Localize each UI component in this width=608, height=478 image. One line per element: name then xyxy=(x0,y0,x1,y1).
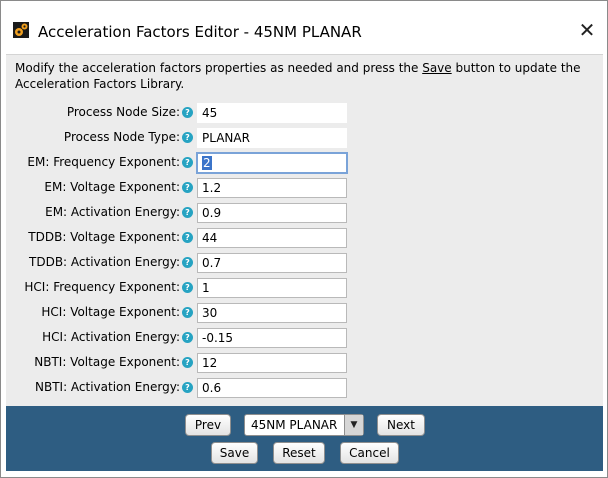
library-selector[interactable]: 45NM PLANAR ▼ xyxy=(244,414,364,436)
gears-icon xyxy=(13,22,29,38)
field-value: 0.9 xyxy=(202,206,222,220)
field-value: PLANAR xyxy=(202,131,250,145)
field-value: 1 xyxy=(202,281,210,295)
field-row: EM: Activation Energy:? 0.9 xyxy=(6,202,603,224)
field-value: 12 xyxy=(202,356,218,370)
field-row: HCI: Frequency Exponent:? 1 xyxy=(6,277,603,299)
field-label: TDDB: Activation Energy: xyxy=(29,255,180,269)
value-input[interactable]: 1 xyxy=(197,278,347,298)
help-icon[interactable]: ? xyxy=(182,257,193,268)
field-label: HCI: Voltage Exponent: xyxy=(41,305,180,319)
field-value: 1.2 xyxy=(202,181,222,195)
help-icon[interactable]: ? xyxy=(182,382,193,393)
field-value: 30 xyxy=(202,306,218,320)
field-value: 44 xyxy=(202,231,218,245)
value-input[interactable]: 0.7 xyxy=(197,253,347,273)
save-reference: Save xyxy=(422,61,452,75)
reset-button[interactable]: Reset xyxy=(273,442,325,464)
value-input[interactable]: 44 xyxy=(197,228,347,248)
field-label: EM: Activation Energy: xyxy=(45,205,180,219)
navigation-footer: Prev 45NM PLANAR ▼ Next Save Reset Cance… xyxy=(6,406,603,471)
save-button[interactable]: Save xyxy=(211,442,258,464)
field-label: TDDB: Voltage Exponent: xyxy=(28,230,180,244)
prev-button[interactable]: Prev xyxy=(185,414,231,436)
field-label: HCI: Frequency Exponent: xyxy=(24,280,180,294)
field-row: HCI: Activation Energy:? -0.15 xyxy=(6,327,603,349)
field-value: -0.15 xyxy=(202,331,234,345)
value-input[interactable]: 0.9 xyxy=(197,203,347,223)
help-icon[interactable]: ? xyxy=(182,332,193,343)
value-input[interactable]: 1.2 xyxy=(197,178,347,198)
help-icon[interactable]: ? xyxy=(182,282,193,293)
field-row: HCI: Voltage Exponent:? 30 xyxy=(6,302,603,324)
next-button[interactable]: Next xyxy=(377,414,425,436)
field-label: NBTI: Voltage Exponent: xyxy=(34,355,180,369)
close-button[interactable]: ✕ xyxy=(567,15,607,45)
help-icon[interactable]: ? xyxy=(182,157,193,168)
field-label: Process Node Size: xyxy=(66,105,180,119)
field-row: NBTI: Activation Energy:? 0.6 xyxy=(6,377,603,399)
field-row: Process Node Type:? PLANAR xyxy=(6,127,603,149)
library-selector-value: 45NM PLANAR xyxy=(251,418,338,432)
value-input[interactable]: 12 xyxy=(197,353,347,373)
field-label: Process Node Type: xyxy=(63,130,180,144)
help-icon[interactable]: ? xyxy=(182,207,193,218)
acceleration-factors-dialog: Acceleration Factors Editor - 45NM PLANA… xyxy=(0,0,608,478)
help-icon[interactable]: ? xyxy=(182,357,193,368)
value-readonly: PLANAR xyxy=(197,128,347,148)
field-row: TDDB: Activation Energy:? 0.7 xyxy=(6,252,603,274)
field-row: Process Node Size:? 45 xyxy=(6,102,603,124)
field-value: 2 xyxy=(202,156,212,170)
value-readonly: 45 xyxy=(197,103,347,123)
chevron-down-icon[interactable]: ▼ xyxy=(344,415,363,435)
field-value: 45 xyxy=(202,106,218,120)
field-value: 0.6 xyxy=(202,381,222,395)
cancel-button[interactable]: Cancel xyxy=(340,442,399,464)
field-row: EM: Frequency Exponent:? 2 xyxy=(6,152,603,174)
close-icon: ✕ xyxy=(578,18,596,42)
field-row: TDDB: Voltage Exponent:? 44 xyxy=(6,227,603,249)
field-value: 0.7 xyxy=(202,256,222,270)
help-icon[interactable]: ? xyxy=(182,232,193,243)
help-icon[interactable]: ? xyxy=(182,182,193,193)
field-row: EM: Voltage Exponent:? 1.2 xyxy=(6,177,603,199)
instructions-text: Modify the acceleration factors properti… xyxy=(15,61,581,91)
title-bar: Acceleration Factors Editor - 45NM PLANA… xyxy=(1,1,607,42)
value-input[interactable]: -0.15 xyxy=(197,328,347,348)
value-input[interactable]: 30 xyxy=(197,303,347,323)
field-label: NBTI: Activation Energy: xyxy=(34,380,180,394)
value-input[interactable]: 2 xyxy=(196,152,348,174)
field-label: EM: Voltage Exponent: xyxy=(44,180,180,194)
window-title: Acceleration Factors Editor - 45NM PLANA… xyxy=(38,23,362,41)
field-label: EM: Frequency Exponent: xyxy=(27,155,180,169)
editor-panel: Modify the acceleration factors properti… xyxy=(6,54,603,406)
value-input[interactable]: 0.6 xyxy=(197,378,347,398)
field-row: NBTI: Voltage Exponent:? 12 xyxy=(6,352,603,374)
field-label: HCI: Activation Energy: xyxy=(42,330,180,344)
help-icon[interactable]: ? xyxy=(182,307,193,318)
help-icon[interactable]: ? xyxy=(182,107,193,118)
help-icon[interactable]: ? xyxy=(182,132,193,143)
